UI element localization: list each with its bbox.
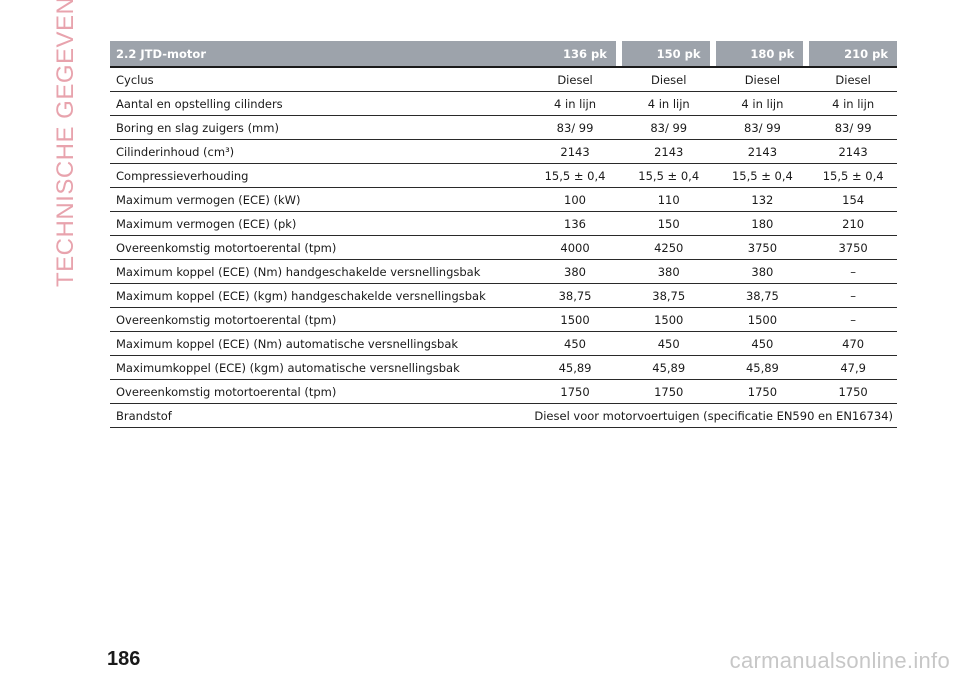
table-body: Cyclus Diesel Diesel Diesel Diesel Aantal en … [110, 68, 897, 428]
row-value: 110 [621, 188, 716, 212]
row-value: 47,9 [809, 356, 897, 380]
column-header-210pk: 210 pk [809, 41, 897, 68]
row-value: 450 [715, 332, 810, 356]
row-label: Maximum koppel (ECE) (Nm) automatische v… [110, 332, 529, 356]
row-value: 2143 [715, 140, 810, 164]
table-row: Maximum koppel (ECE) (kgm) handgeschakel… [110, 284, 897, 308]
row-value: 1750 [528, 380, 622, 404]
row-value: 132 [715, 188, 810, 212]
engine-spec-table: 2.2 JTD-motor 136 pk 150 pk 180 pk 210 p… [110, 41, 897, 428]
column-header-136pk: 136 pk [528, 41, 616, 68]
row-value: 380 [621, 260, 716, 284]
table-header-row: 2.2 JTD-motor 136 pk 150 pk 180 pk 210 p… [110, 41, 897, 68]
row-label: Maximum koppel (ECE) (kgm) handgeschakel… [110, 284, 529, 308]
row-label: Compressieverhouding [110, 164, 529, 188]
table-row: Boring en slag zuigers (mm) 83/ 99 83/ 99 8… [110, 116, 897, 140]
row-label: Overeenkomstig motortoerental (tpm) [110, 380, 529, 404]
row-value: 83/ 99 [715, 116, 810, 140]
column-header-180pk: 180 pk [715, 41, 804, 68]
row-value: 45,89 [715, 356, 810, 380]
table-row: Cilinderinhoud (cm³) 2143 2143 2143 2143 [110, 140, 897, 164]
row-value: 450 [528, 332, 622, 356]
row-label: Maximum vermogen (ECE) (kW) [110, 188, 529, 212]
row-value: 470 [809, 332, 897, 356]
table-row: Overeenkomstig motortoerental (tpm) 4000 4… [110, 236, 897, 260]
section-side-title: TECHNISCHE GEGEVENS [52, 0, 79, 287]
table-row: Maximum vermogen (ECE) (pk) 136 150 180 210 [110, 212, 897, 236]
row-value: 180 [715, 212, 810, 236]
fuel-value: Diesel voor motorvoertuigen (specificati… [528, 404, 897, 428]
row-label: Overeenkomstig motortoerental (tpm) [110, 236, 529, 260]
row-value: 15,5 ± 0,4 [809, 164, 897, 188]
row-value: 15,5 ± 0,4 [621, 164, 716, 188]
table-row: Maximum koppel (ECE) (Nm) handgeschakeld… [110, 260, 897, 284]
row-value: 4 in lijn [528, 92, 622, 116]
column-header-150pk: 150 pk [621, 41, 710, 68]
table-row: Maximum vermogen (ECE) (kW) 100 110 132 154 [110, 188, 897, 212]
row-label: Maximumkoppel (ECE) (kgm) automatische v… [110, 356, 529, 380]
row-value: 83/ 99 [528, 116, 622, 140]
row-label: Aantal en opstelling cilinders [110, 92, 529, 116]
row-value: 4 in lijn [621, 92, 716, 116]
row-value: – [809, 284, 897, 308]
row-value: 1750 [809, 380, 897, 404]
table-row: Aantal en opstelling cilinders 4 in lijn 4… [110, 92, 897, 116]
row-value: 45,89 [621, 356, 716, 380]
row-value: 1750 [715, 380, 810, 404]
page-number: 186 [107, 648, 141, 670]
row-value: 45,89 [528, 356, 622, 380]
table-row: Cyclus Diesel Diesel Diesel Diesel [110, 68, 897, 92]
row-value: Diesel [809, 68, 897, 92]
row-value: 1500 [621, 308, 716, 332]
row-value: 3750 [715, 236, 810, 260]
row-label: Maximum koppel (ECE) (Nm) handgeschakeld… [110, 260, 529, 284]
row-value: 38,75 [621, 284, 716, 308]
row-value: Diesel [621, 68, 716, 92]
row-label: Brandstof [110, 404, 529, 428]
row-value: 38,75 [528, 284, 622, 308]
row-value: 380 [528, 260, 622, 284]
row-value: 4000 [528, 236, 622, 260]
row-value: 83/ 99 [809, 116, 897, 140]
row-label: Cilinderinhoud (cm³) [110, 140, 529, 164]
row-value: 4250 [621, 236, 716, 260]
row-value: – [809, 260, 897, 284]
row-label: Cyclus [110, 68, 529, 92]
row-value: – [809, 308, 897, 332]
row-value: 150 [621, 212, 716, 236]
row-value: 380 [715, 260, 810, 284]
row-value: 2143 [528, 140, 622, 164]
row-value: 210 [809, 212, 897, 236]
row-value: 2143 [621, 140, 716, 164]
row-value: 4 in lijn [809, 92, 897, 116]
row-value: 38,75 [715, 284, 810, 308]
row-value: 100 [528, 188, 622, 212]
table-row: Maximumkoppel (ECE) (kgm) automatische v… [110, 356, 897, 380]
row-label: Boring en slag zuigers (mm) [110, 116, 529, 140]
row-value: 136 [528, 212, 622, 236]
row-label: Overeenkomstig motortoerental (tpm) [110, 308, 529, 332]
table-row: Overeenkomstig motortoerental (tpm) 1750 1… [110, 380, 897, 404]
row-label: Maximum vermogen (ECE) (pk) [110, 212, 529, 236]
row-value: 15,5 ± 0,4 [528, 164, 622, 188]
row-value: Diesel [715, 68, 810, 92]
row-value: 15,5 ± 0,4 [715, 164, 810, 188]
row-value: Diesel [528, 68, 622, 92]
row-value: 450 [621, 332, 716, 356]
table-row: Compressieverhouding 15,5 ± 0,4 15,5 ± 0,4… [110, 164, 897, 188]
table-row: Maximum koppel (ECE) (Nm) automatische v… [110, 332, 897, 356]
row-value: 2143 [809, 140, 897, 164]
engine-header: 2.2 JTD-motor [110, 41, 529, 68]
row-value: 4 in lijn [715, 92, 810, 116]
row-value: 1500 [528, 308, 622, 332]
row-value: 154 [809, 188, 897, 212]
row-value: 3750 [809, 236, 897, 260]
table-row-fuel: Brandstof Diesel voor motorvoertuigen (s… [110, 404, 897, 428]
row-value: 83/ 99 [621, 116, 716, 140]
row-value: 1500 [715, 308, 810, 332]
watermark: carmanualsonline.info [729, 648, 950, 673]
table-row: Overeenkomstig motortoerental (tpm) 1500 1… [110, 308, 897, 332]
row-value: 1750 [621, 380, 716, 404]
